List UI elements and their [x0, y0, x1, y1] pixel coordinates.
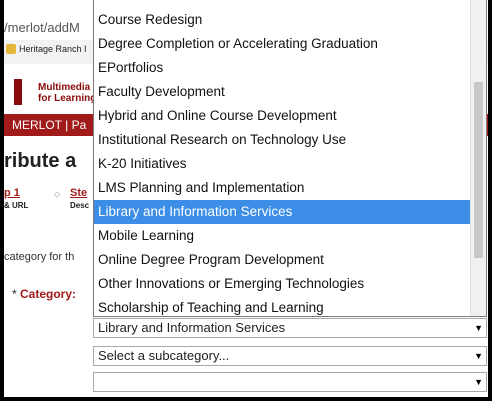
step-2-description: Desc — [70, 201, 90, 210]
nav-merlot-link[interactable]: MERLOT | Pa — [12, 118, 86, 132]
category-hint: category for th — [4, 251, 75, 263]
dropdown-option[interactable]: Course Redesign — [94, 8, 471, 32]
step-separator-icon: ⬦ — [54, 189, 61, 199]
bookmark-favicon-icon — [6, 44, 16, 54]
category-select-value: Library and Information Services — [98, 320, 286, 335]
dropdown-arrow-icon: ▼ — [474, 351, 483, 361]
step-1-link[interactable]: p 1 — [4, 187, 20, 199]
dropdown-option[interactable]: Degree Completion or Accelerating Gradua… — [94, 32, 471, 56]
site-tagline: Multimedia for Learning — [38, 82, 96, 104]
bookmark-label: Heritage Ranch I — [19, 44, 87, 54]
scrollbar-thumb[interactable] — [474, 82, 483, 258]
subcategory-select[interactable]: Select a subcategory... ▼ — [93, 346, 487, 366]
page-title: ribute a — [4, 150, 77, 172]
tagline-line1: Multimedia — [38, 82, 91, 93]
category-label-text: Category: — [20, 287, 77, 301]
dropdown-scrollbar[interactable] — [470, 0, 486, 316]
tagline-line2: for Learning — [38, 93, 97, 104]
dropdown-option[interactable]: Scholarship of Teaching and Learning — [94, 296, 471, 316]
step-1-description: & URL — [4, 201, 29, 210]
dropdown-option[interactable]: Online Degree Program Development — [94, 248, 471, 272]
category-dropdown-list[interactable]: Course Redesign Degree Completion or Acc… — [93, 0, 487, 317]
dropdown-option[interactable]: Institutional Research on Technology Use — [94, 128, 471, 152]
bookmark-heritage-ranch[interactable]: Heritage Ranch I — [6, 44, 87, 54]
dropdown-option[interactable]: Other Innovations or Emerging Technologi… — [94, 272, 471, 296]
category-select[interactable]: Library and Information Services ▼ — [93, 318, 487, 338]
dropdown-option[interactable]: Mobile Learning — [94, 224, 471, 248]
step-indicator: p 1 & URL ⬦ Ste Desc — [4, 187, 100, 215]
dropdown-option-highlighted[interactable]: Library and Information Services — [94, 200, 471, 224]
url-text: /merlot/addM — [4, 20, 80, 35]
third-level-select[interactable]: ▼ — [93, 372, 487, 392]
merlot-logo-icon — [14, 79, 22, 105]
dropdown-arrow-icon: ▼ — [474, 377, 483, 387]
browser-window: /merlot/addM Heritage Ranch I Multimedia… — [4, 0, 488, 397]
dropdown-arrow-icon: ▼ — [474, 323, 483, 333]
dropdown-option[interactable]: K-20 Initiatives — [94, 152, 471, 176]
dropdown-option[interactable]: Faculty Development — [94, 80, 471, 104]
required-star: * — [12, 287, 17, 301]
dropdown-option[interactable]: LMS Planning and Implementation — [94, 176, 471, 200]
step-2-link[interactable]: Ste — [70, 187, 87, 199]
subcategory-select-value: Select a subcategory... — [98, 348, 230, 363]
dropdown-option[interactable]: Hybrid and Online Course Development — [94, 104, 471, 128]
dropdown-option[interactable]: EPortfolios — [94, 56, 471, 80]
category-label: * Category: — [12, 287, 76, 301]
